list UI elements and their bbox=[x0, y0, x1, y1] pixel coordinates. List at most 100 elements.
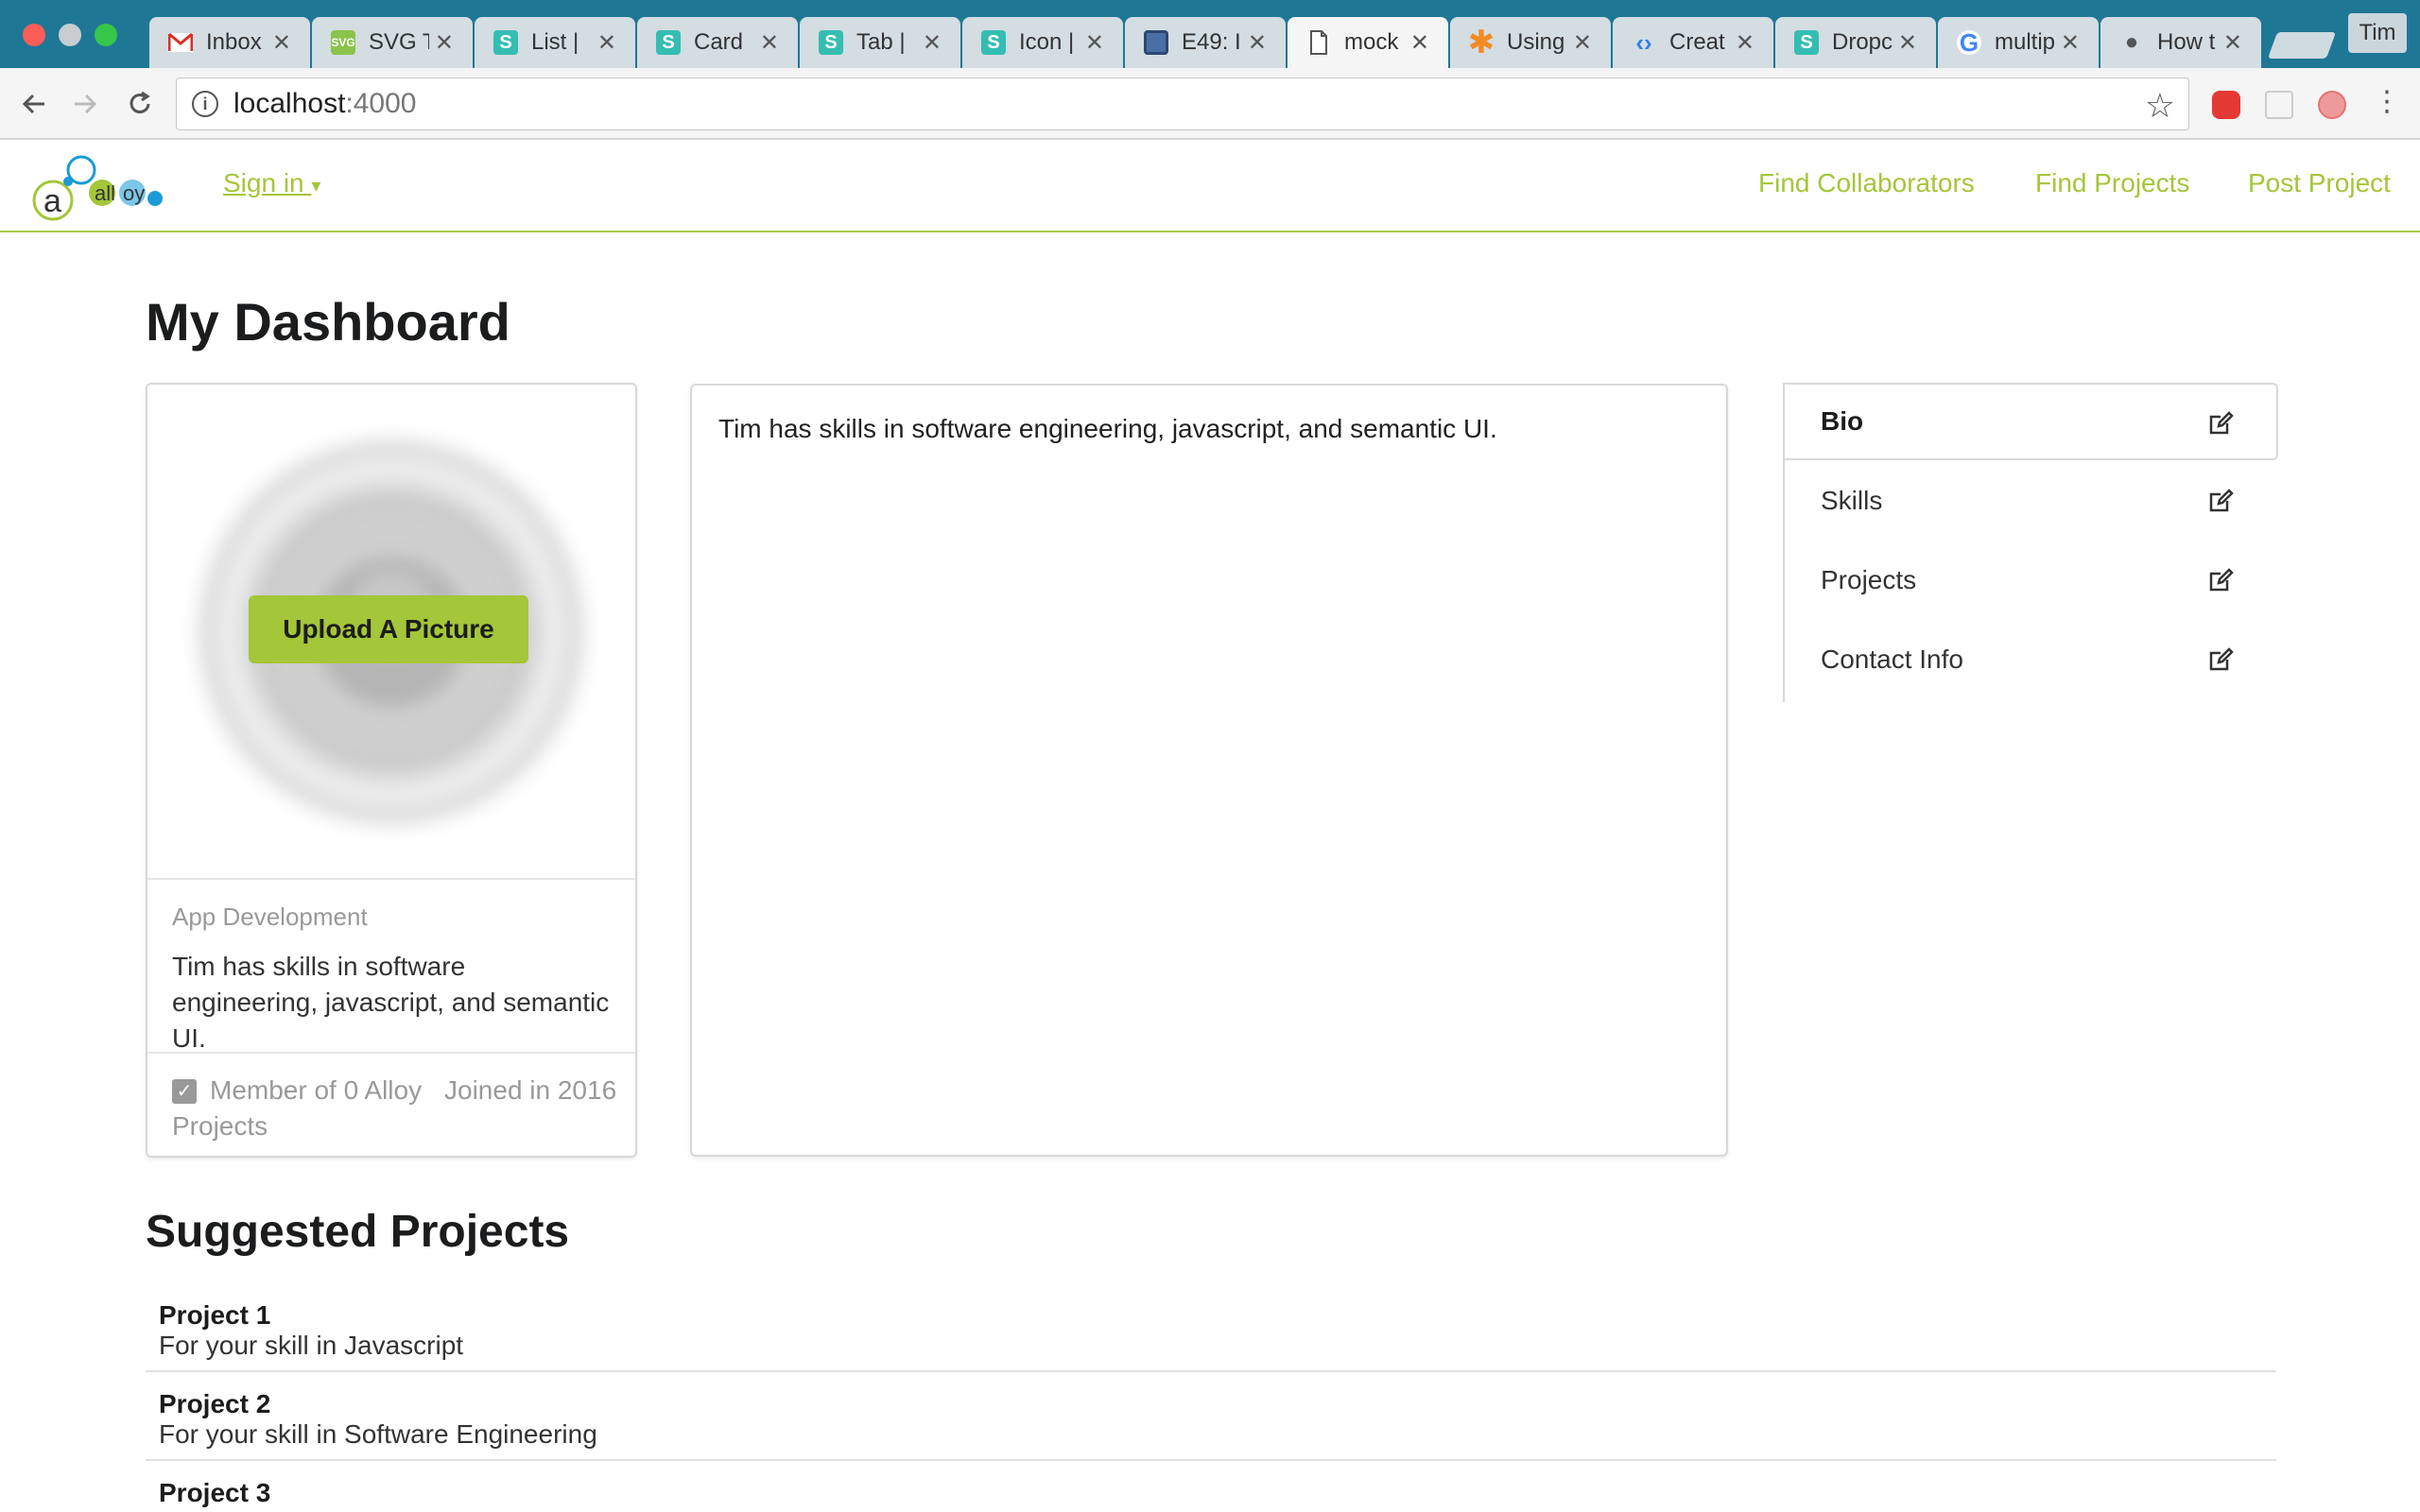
forward-button[interactable] bbox=[66, 85, 104, 123]
square-icon bbox=[1144, 30, 1168, 55]
browser-tab[interactable]: ● How t ✕ bbox=[2100, 17, 2261, 68]
project-name: Project 3 bbox=[159, 1478, 271, 1507]
tab-label: Contact Info bbox=[1821, 644, 1963, 674]
browser-tab[interactable]: E49: I ✕ bbox=[1125, 17, 1286, 68]
edit-icon[interactable] bbox=[2208, 567, 2235, 593]
project-name: Project 1 bbox=[159, 1300, 271, 1330]
browser-tab[interactable]: G multip ✕ bbox=[1938, 17, 2099, 68]
tab-title: Inbox bbox=[206, 29, 262, 55]
semantic-s-icon: S bbox=[819, 30, 843, 55]
tab-title: How t bbox=[2157, 29, 2216, 55]
alloy-logo[interactable]: a all oy bbox=[26, 155, 168, 225]
apple-icon: ● bbox=[2124, 29, 2139, 55]
bookmark-star-icon[interactable]: ☆ bbox=[2145, 86, 2175, 126]
close-icon[interactable]: ✕ bbox=[1573, 29, 1592, 57]
site-navbar: a all oy Sign in ▾ Find Collaborators Fi… bbox=[0, 142, 2420, 232]
browser-tab-active[interactable]: mock ✕ bbox=[1288, 17, 1448, 68]
member-count: ✓ Member of 0 Alloy Projects bbox=[172, 1073, 446, 1144]
tab-title: SVG T bbox=[369, 29, 429, 55]
new-tab-button[interactable] bbox=[2267, 32, 2337, 59]
browser-tab[interactable]: Inbox ✕ bbox=[149, 17, 310, 68]
tab-title: Dropc bbox=[1832, 29, 1893, 55]
nav-post-project[interactable]: Post Project bbox=[2248, 168, 2391, 198]
browser-tab[interactable]: SVG SVG T ✕ bbox=[312, 17, 473, 68]
browser-tab-strip: Inbox ✕ SVG SVG T ✕ S List | ✕ S Card ✕ … bbox=[0, 0, 2420, 68]
card-description: Tim has skills in software engineering, … bbox=[172, 952, 610, 1053]
browser-tab[interactable]: S Tab | ✕ bbox=[800, 17, 960, 68]
close-window-button[interactable] bbox=[23, 24, 45, 46]
card-extra: ✓ Member of 0 Alloy Projects Joined in 20… bbox=[147, 1052, 635, 1156]
profile-card: Upload A Picture App Development Tim has… bbox=[146, 383, 637, 1158]
checkbox-icon: ✓ bbox=[172, 1079, 197, 1104]
address-bar[interactable]: i localhost :4000 ☆ bbox=[176, 77, 2189, 130]
back-arrow-icon bbox=[22, 94, 44, 114]
tab-bio[interactable]: Bio bbox=[1785, 383, 2278, 460]
close-icon[interactable]: ✕ bbox=[2061, 29, 2080, 57]
signin-label: Sign in bbox=[223, 168, 304, 198]
tab-projects[interactable]: Projects bbox=[1785, 541, 2278, 619]
forward-arrow-icon bbox=[75, 94, 97, 114]
close-icon[interactable]: ✕ bbox=[272, 29, 291, 57]
minimize-window-button[interactable] bbox=[59, 24, 81, 46]
list-item[interactable]: Project 2 For your skill in Software Eng… bbox=[146, 1372, 2276, 1461]
close-icon[interactable]: ✕ bbox=[760, 29, 779, 57]
project-reason: For your skill in Javascript bbox=[159, 1331, 464, 1360]
bio-text: Tim has skills in software engineering, … bbox=[718, 414, 1497, 443]
close-icon[interactable]: ✕ bbox=[923, 29, 942, 57]
project-name: Project 2 bbox=[159, 1389, 271, 1418]
browser-tab[interactable]: S Dropc ✕ bbox=[1775, 17, 1936, 68]
tab-title: multip bbox=[1995, 29, 2055, 55]
edit-icon[interactable] bbox=[2208, 488, 2235, 514]
close-icon[interactable]: ✕ bbox=[2223, 29, 2242, 57]
browser-toolbar: i localhost :4000 ☆ ⋮ bbox=[0, 68, 2420, 140]
upload-picture-button[interactable]: Upload A Picture bbox=[249, 595, 528, 663]
ship-extension-icon[interactable] bbox=[2265, 91, 2293, 119]
signin-dropdown[interactable]: Sign in ▾ bbox=[223, 168, 320, 198]
info-icon[interactable]: i bbox=[192, 91, 218, 117]
tab-title: Card bbox=[694, 29, 744, 55]
close-icon[interactable]: ✕ bbox=[1085, 29, 1104, 57]
edit-icon[interactable] bbox=[2208, 646, 2235, 673]
close-icon[interactable]: ✕ bbox=[435, 29, 454, 57]
back-button[interactable] bbox=[15, 85, 53, 123]
browser-tab[interactable]: ‹› Creat ✕ bbox=[1613, 17, 1773, 68]
more-menu-icon[interactable]: ⋮ bbox=[2373, 88, 2401, 119]
gmail-icon bbox=[168, 30, 193, 55]
tab-contact-info[interactable]: Contact Info bbox=[1785, 621, 2278, 698]
edit-icon[interactable] bbox=[2208, 410, 2235, 437]
profile-tab-menu: Bio Skills Projects Contact Info bbox=[1783, 383, 2278, 702]
card-category: App Development bbox=[172, 902, 368, 931]
browser-tab[interactable]: S List | ✕ bbox=[475, 17, 635, 68]
url-port: :4000 bbox=[345, 88, 417, 119]
code-icon: ‹› bbox=[1635, 27, 1652, 57]
tab-title: mock bbox=[1344, 29, 1399, 55]
maximize-window-button[interactable] bbox=[95, 24, 117, 46]
close-icon[interactable]: ✕ bbox=[1736, 29, 1754, 57]
reload-icon bbox=[130, 91, 150, 113]
svg-icon: SVG bbox=[331, 30, 355, 55]
nav-find-collaborators[interactable]: Find Collaborators bbox=[1758, 168, 1975, 198]
close-icon[interactable]: ✕ bbox=[1898, 29, 1917, 57]
card-content: App Development Tim has skills in softwa… bbox=[147, 878, 635, 1053]
member-text: Member of 0 Alloy Projects bbox=[172, 1075, 423, 1141]
shield-extension-icon[interactable] bbox=[2212, 91, 2240, 119]
svg-text:all: all bbox=[95, 181, 115, 205]
close-icon[interactable]: ✕ bbox=[597, 29, 616, 57]
close-icon[interactable]: ✕ bbox=[1410, 29, 1429, 57]
reload-button[interactable] bbox=[121, 85, 159, 123]
svg-text:a: a bbox=[43, 183, 61, 219]
browser-tab[interactable]: ✱ Using ✕ bbox=[1450, 17, 1611, 68]
tab-skills[interactable]: Skills bbox=[1785, 462, 2278, 540]
circle-extension-icon[interactable] bbox=[2318, 91, 2346, 119]
browser-tab[interactable]: S Card ✕ bbox=[637, 17, 798, 68]
google-icon: G bbox=[1957, 28, 1981, 57]
tab-title: Creat bbox=[1669, 29, 1725, 55]
list-item[interactable]: Project 1 For your skill in Javascript bbox=[146, 1283, 2276, 1372]
list-item[interactable]: Project 3 bbox=[146, 1461, 2276, 1512]
browser-tab[interactable]: S Icon | ✕ bbox=[962, 17, 1123, 68]
project-reason: For your skill in Software Engineering bbox=[159, 1419, 597, 1449]
profile-button[interactable]: Tim bbox=[2348, 13, 2407, 53]
close-icon[interactable]: ✕ bbox=[1248, 29, 1267, 57]
nav-find-projects[interactable]: Find Projects bbox=[2035, 168, 2189, 198]
tab-title: E49: I bbox=[1182, 29, 1241, 55]
